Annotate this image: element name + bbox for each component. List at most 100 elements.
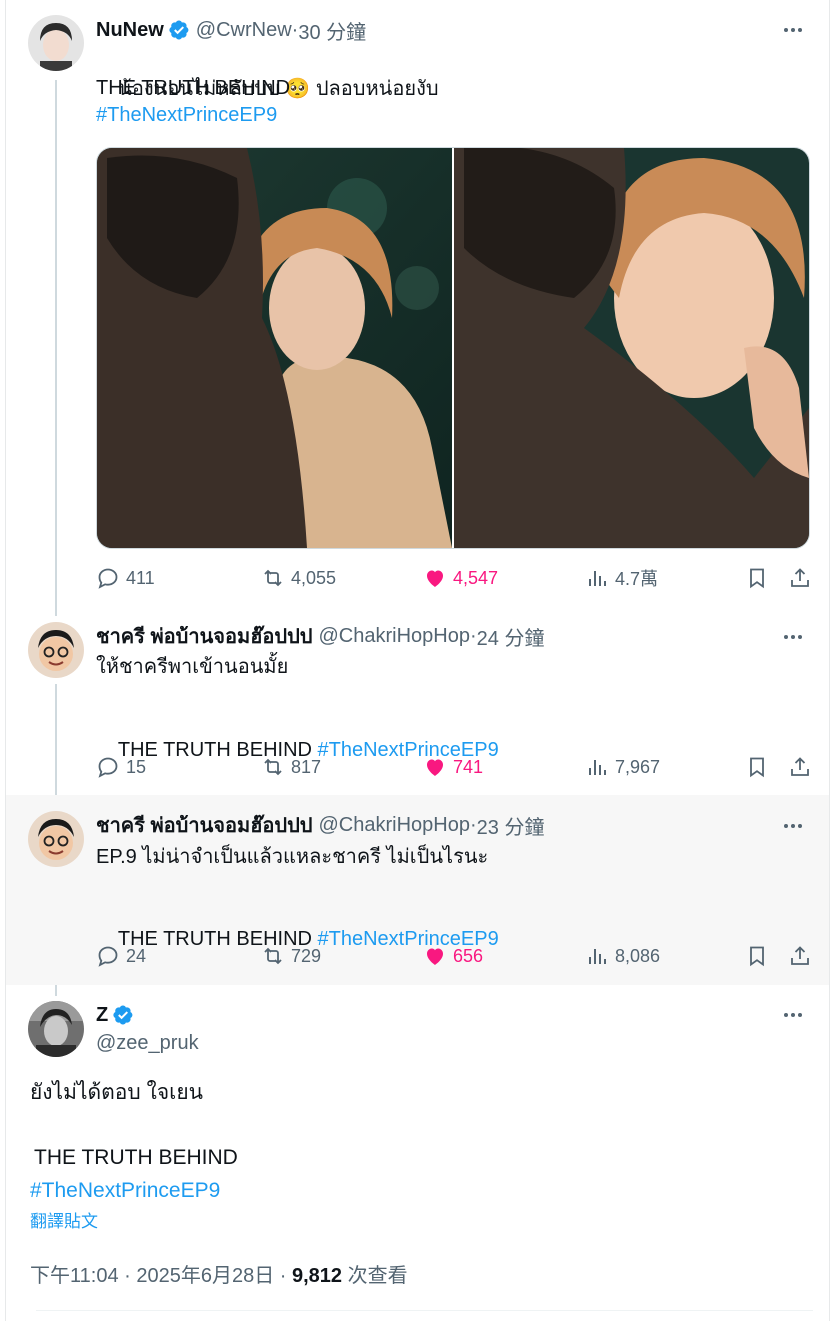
like-button[interactable]: 741	[423, 753, 483, 781]
bookmark-icon	[750, 757, 764, 778]
main-tweet: Z @zee_pruk ยังไม่ได้ตอบ ใจเยน THE TRUTH…	[6, 985, 829, 1321]
user-handle[interactable]: @zee_pruk	[96, 1032, 199, 1055]
user-handle[interactable]: @ChakriHopHop	[319, 625, 470, 648]
like-count: 4,547	[453, 567, 499, 588]
separator: ·	[291, 18, 299, 41]
tweet-meta: 下午11:04 · 2025年6月28日 · 9,812 次查看	[30, 1259, 408, 1288]
share-icon	[791, 946, 809, 965]
bookmark-button[interactable]	[745, 564, 775, 592]
reply-count: 24	[126, 945, 147, 966]
view-count-label: 次查看	[342, 1265, 408, 1287]
bookmark-button[interactable]	[745, 753, 775, 781]
like-icon	[427, 759, 443, 776]
tweet-card[interactable]: NuNew @CwrNew · 30 分鐘 น้องนอนไม่หลับบบ 🥺…	[6, 0, 829, 605]
reply-icon	[98, 568, 118, 589]
avatar[interactable]	[28, 15, 84, 71]
user-handle[interactable]: @ChakriHopHop	[319, 814, 470, 837]
avatar[interactable]	[28, 1001, 84, 1057]
avatar[interactable]	[28, 811, 84, 867]
bookmark-button[interactable]	[745, 942, 775, 970]
tweet-card[interactable]: ชาครี พ่อบ้านจอมฮ๊อปปป @ChakriHopHop · 2…	[6, 795, 829, 985]
retweet-button[interactable]: 729	[261, 942, 321, 970]
reply-button[interactable]: 15	[96, 753, 146, 781]
like-count: 741	[453, 756, 484, 777]
photo-right[interactable]	[454, 148, 809, 548]
timestamp[interactable]: 30 分鐘	[298, 16, 366, 45]
tweet-card[interactable]: ชาครี พ่อบ้านจอมฮ๊อปปป @ChakriHopHop · 2…	[6, 605, 829, 795]
like-icon	[427, 570, 443, 587]
hashtag-link[interactable]: #TheNextPrinceEP9	[96, 101, 277, 129]
hashtag-link[interactable]: #TheNextPrinceEP9	[30, 1176, 220, 1206]
reply-button[interactable]: 24	[96, 942, 146, 970]
action-bar: 24 729 656 8,086	[96, 942, 816, 970]
views-icon	[589, 571, 606, 586]
separator: ·	[469, 813, 477, 836]
tweet-text-line: THE TRUTH BEHIND	[34, 1146, 238, 1169]
tweet-header: ชาครี พ่อบ้านจอมฮ๊อปปป @ChakriHopHop · 2…	[96, 809, 545, 841]
photo-left[interactable]	[97, 148, 452, 548]
bookmark-icon	[750, 946, 764, 967]
views-count: 7,967	[615, 756, 661, 777]
right-border	[829, 0, 830, 1321]
tweet-text-line: ให้ชาครีพาเข้านอนมั้ย	[96, 656, 289, 678]
views-icon	[589, 760, 606, 775]
timestamp[interactable]: 24 分鐘	[477, 622, 545, 651]
tweet-header: ชาครี พ่อบ้านจอมฮ๊อปปป @ChakriHopHop · 2…	[96, 620, 545, 652]
reply-button[interactable]: 411	[96, 564, 155, 592]
like-count: 656	[453, 945, 484, 966]
like-button[interactable]: 4,547	[423, 564, 498, 592]
action-bar: 15 817 741 7,967	[96, 753, 816, 781]
separator: ·	[469, 624, 477, 647]
verified-badge-icon	[112, 1004, 134, 1026]
share-button[interactable]	[788, 564, 818, 592]
timestamp[interactable]: 23 分鐘	[477, 811, 545, 840]
tweet-header: Z	[96, 1002, 134, 1028]
share-button[interactable]	[788, 942, 818, 970]
more-icon[interactable]	[781, 18, 805, 42]
tweet-text-line: THE TRUTH BEHIND	[96, 77, 291, 99]
views-button[interactable]: 8,086	[585, 942, 660, 970]
share-icon	[791, 757, 809, 776]
like-icon	[427, 948, 443, 965]
user-handle[interactable]: @CwrNew	[196, 19, 292, 42]
divider	[36, 1310, 813, 1311]
user-handle-row: @zee_pruk	[96, 1030, 199, 1056]
views-button[interactable]: 4.7萬	[585, 564, 658, 592]
media-grid[interactable]	[96, 147, 810, 549]
retweet-button[interactable]: 817	[261, 753, 321, 781]
translate-link[interactable]: 翻譯貼文	[30, 1210, 98, 1234]
display-name[interactable]: ชาครี พ่อบ้านจอมฮ๊อปปป	[96, 809, 313, 841]
retweet-button[interactable]: 4,055	[261, 564, 336, 592]
tweet-header: NuNew @CwrNew · 30 分鐘	[96, 16, 366, 45]
view-count: 9,812	[291, 1265, 343, 1287]
reply-count: 15	[126, 756, 147, 777]
share-icon	[791, 568, 809, 587]
retweet-count: 817	[291, 756, 322, 777]
more-icon[interactable]	[781, 1003, 805, 1027]
retweet-icon	[264, 569, 282, 587]
avatar[interactable]	[28, 622, 84, 678]
reply-icon	[98, 946, 118, 967]
display-name[interactable]: ชาครี พ่อบ้านจอมฮ๊อปปป	[96, 620, 313, 652]
like-button[interactable]: 656	[423, 942, 483, 970]
verified-badge-icon	[168, 19, 190, 41]
retweet-count: 4,055	[291, 567, 337, 588]
reply-icon	[98, 757, 118, 778]
retweet-icon	[264, 947, 282, 965]
tweet-text-line: ยังไม่ได้ตอบ ใจเยน	[30, 1081, 203, 1104]
views-icon	[589, 949, 606, 964]
display-name[interactable]: Z	[96, 1004, 108, 1027]
display-name[interactable]: NuNew	[96, 19, 164, 42]
share-button[interactable]	[788, 753, 818, 781]
views-count: 4.7萬	[615, 569, 659, 589]
tweet-text-line: EP.9 ไม่น่าจำเป็นแล้วแหละชาครี ไม่เป็นไร…	[96, 846, 489, 868]
more-icon[interactable]	[781, 625, 805, 649]
retweet-count: 729	[291, 945, 322, 966]
post-timestamp[interactable]: 下午11:04 · 2025年6月28日 ·	[30, 1265, 292, 1287]
more-icon[interactable]	[781, 814, 805, 838]
views-button[interactable]: 7,967	[585, 753, 660, 781]
views-count: 8,086	[615, 945, 661, 966]
retweet-icon	[264, 758, 282, 776]
tweet-text-line: ปลอบหน่อยงับ	[315, 78, 439, 100]
reply-count: 411	[126, 567, 155, 588]
